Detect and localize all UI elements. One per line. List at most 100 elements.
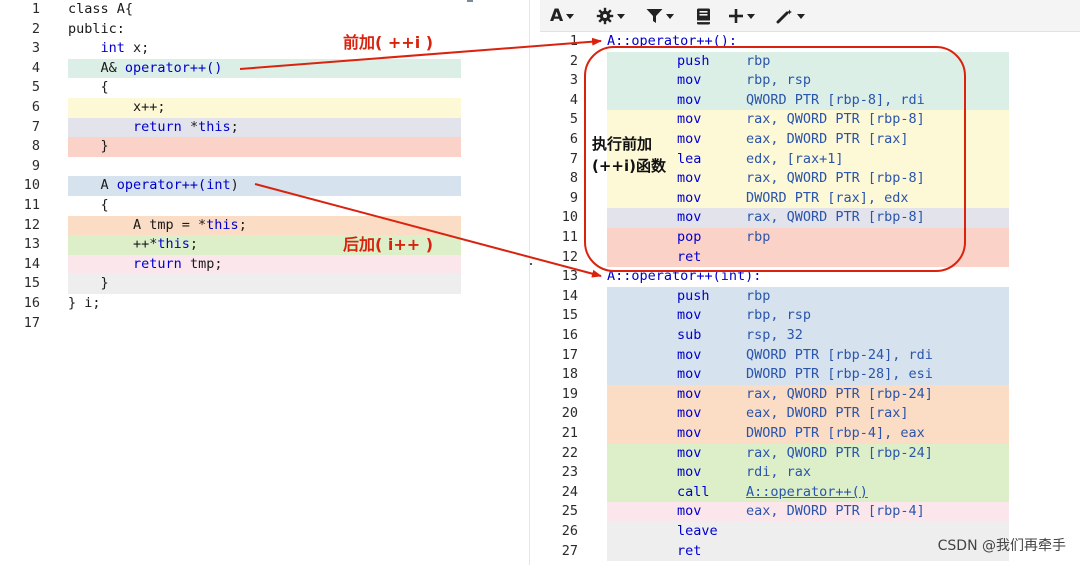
pane-resize-mark[interactable]	[467, 0, 473, 2]
assembly-line[interactable]: 17 mov QWORD PTR [rbp-24], rdi	[540, 345, 1080, 366]
source-line[interactable]: 17	[0, 314, 530, 334]
source-line[interactable]: 1 class A{	[0, 0, 530, 20]
assembly-line[interactable]: 15 mov rbp, rsp	[540, 306, 1080, 326]
instruction-mnemonic: mov	[677, 444, 702, 461]
chevron-down-icon	[666, 13, 674, 19]
libraries-button[interactable]	[696, 4, 711, 28]
source-line-text: x++;	[68, 98, 166, 118]
font-menu-button[interactable]: A	[550, 4, 575, 28]
instruction-mnemonic: ret	[677, 542, 702, 559]
assembly-line-number: 13	[561, 268, 578, 285]
source-line-number: 8	[31, 138, 40, 155]
instruction-mnemonic: mov	[677, 464, 702, 481]
source-line[interactable]: 15 }	[0, 274, 530, 294]
call-target-link[interactable]: A::operator++()	[746, 483, 868, 503]
source-line-number: 16	[23, 295, 40, 311]
assembly-line-number: 10	[561, 209, 578, 226]
settings-menu-button[interactable]	[596, 4, 625, 28]
assembly-line[interactable]: 19 mov rax, QWORD PTR [rbp-24]	[540, 384, 1080, 405]
keyword-token: this	[157, 236, 190, 253]
source-line[interactable]: 16 } i;	[0, 294, 530, 314]
source-line[interactable]: 13 ++*this;	[0, 235, 530, 255]
code-token: public:	[68, 20, 125, 37]
assembly-line-number: 18	[561, 366, 578, 383]
book-icon	[697, 8, 710, 24]
assembly-line[interactable]: 20 mov eax, DWORD PTR [rax]	[540, 404, 1080, 424]
source-line-number: 10	[23, 177, 40, 194]
add-tool-button[interactable]	[728, 4, 755, 28]
instruction-operands: rbp	[746, 287, 771, 304]
assembly-line[interactable]: 22 mov rax, QWORD PTR [rbp-24]	[540, 443, 1080, 464]
instruction-operands: rdi, rax	[746, 464, 812, 481]
source-line[interactable]: 14 return tmp;	[0, 254, 530, 275]
source-line-number: 5	[31, 79, 40, 96]
source-line-number: 13	[23, 236, 40, 253]
magic-wand-icon	[776, 9, 792, 24]
assembly-line[interactable]: 18 mov DWORD PTR [rbp-28], esi	[540, 365, 1080, 385]
source-line-text: A operator++(int)	[68, 176, 239, 196]
code-token: class A{	[68, 1, 134, 17]
assembly-line[interactable]: 25 mov eax, DWORD PTR [rbp-4]	[540, 502, 1080, 522]
source-line[interactable]: 11 {	[0, 196, 530, 216]
assembly-line-number: 14	[561, 287, 578, 304]
code-token: )	[230, 177, 239, 194]
instruction-mnemonic: mov	[677, 366, 702, 383]
source-line[interactable]: 2 public:	[0, 20, 530, 40]
source-line-text: int x;	[68, 39, 150, 59]
source-line-text: public:	[68, 20, 125, 40]
source-line-number: 2	[31, 20, 40, 37]
source-line[interactable]: 7 return *this;	[0, 117, 530, 138]
source-line-text: } i;	[68, 294, 101, 314]
source-line[interactable]: 4 A& operator++()	[0, 58, 530, 79]
assembly-line-highlight	[607, 326, 1009, 346]
source-line[interactable]: 9	[0, 157, 530, 177]
source-line[interactable]: 8 }	[0, 137, 530, 157]
source-line[interactable]: 6 x++;	[0, 98, 530, 118]
source-line-number: 12	[23, 216, 40, 233]
assembly-line-number: 9	[569, 189, 578, 206]
source-line[interactable]: 10 A operator++(int)	[0, 176, 530, 196]
code-token: tmp;	[181, 255, 223, 272]
keyword-token: int	[206, 177, 231, 194]
source-line-number: 3	[31, 40, 40, 57]
assembly-line-highlight	[607, 286, 1009, 307]
assembly-line-number: 19	[561, 385, 578, 402]
code-token: ;	[238, 216, 247, 233]
instruction-mnemonic: mov	[677, 307, 702, 324]
keyword-token: this	[206, 216, 239, 233]
keyword-token: operator++(	[116, 177, 207, 194]
filter-icon	[646, 9, 663, 23]
assembly-line[interactable]: 16 sub rsp, 32	[540, 326, 1080, 346]
source-line-text: A& operator++()	[68, 59, 223, 79]
source-line-text: return *this;	[68, 118, 239, 138]
instruction-operands: eax, DWORD PTR [rax]	[746, 405, 909, 422]
source-line[interactable]: 12 A tmp = *this;	[0, 215, 530, 236]
source-line-number: 14	[23, 255, 40, 272]
tools-menu-button[interactable]	[776, 4, 805, 28]
assembly-line[interactable]: 24 call A::operator++()	[540, 482, 1080, 503]
assembly-line[interactable]: 21 mov DWORD PTR [rbp-4], eax	[540, 424, 1080, 444]
assembly-line-number: 6	[569, 131, 578, 147]
instruction-operands: QWORD PTR [rbp-24], rdi	[746, 346, 933, 363]
pre-increment-annotation: 前加( ++i )	[343, 33, 434, 52]
source-line[interactable]: 5 {	[0, 78, 530, 98]
source-line-number: 1	[31, 1, 40, 17]
instruction-mnemonic: call	[677, 483, 710, 500]
assembly-line-number: 21	[561, 425, 578, 441]
source-line-number: 6	[31, 99, 40, 115]
assembly-line-number: 26	[561, 523, 578, 539]
source-line[interactable]: 3 int x;	[0, 39, 530, 59]
code-token: ;	[230, 118, 239, 135]
code-token: x;	[124, 40, 150, 57]
instruction-mnemonic: mov	[677, 503, 702, 520]
filter-menu-button[interactable]	[646, 4, 674, 28]
assembly-line[interactable]: 14 push rbp	[540, 286, 1080, 307]
assembly-line-number: 24	[561, 483, 578, 500]
instruction-mnemonic: mov	[677, 425, 702, 441]
source-editor-pane[interactable]: 1 class A{ 2 public: 3 int x; 4 A& operator++…	[0, 0, 530, 565]
keyword-token: return	[133, 118, 182, 135]
code-token: A tmp = *	[68, 216, 207, 233]
assembly-line[interactable]: 23 mov rdi, rax	[540, 463, 1080, 483]
assembly-line-number: 22	[561, 444, 578, 461]
